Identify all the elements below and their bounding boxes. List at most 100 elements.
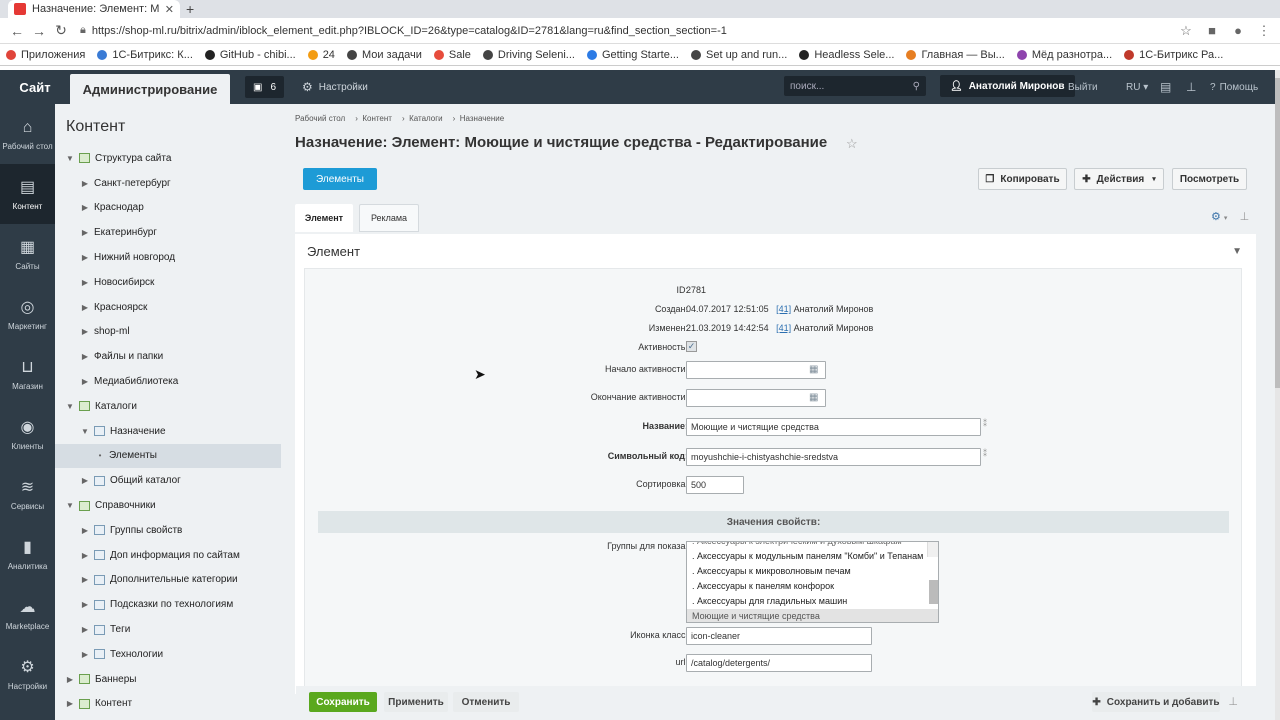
copy-button[interactable]: ❐ Копировать [978, 168, 1067, 190]
breadcrumb-item[interactable]: Рабочий стол [295, 114, 345, 123]
settings-button[interactable]: ⚙ Настройки [302, 80, 368, 94]
sort-input[interactable]: 500 [686, 476, 744, 494]
footer-pin-icon[interactable]: ⊥ [1228, 695, 1238, 708]
groups-option[interactable]: . Аксессуары к электрическим и духовым ш… [687, 542, 938, 549]
new-tab-icon[interactable]: + [186, 1, 194, 17]
notifications-button[interactable]: ▣ 6 [245, 76, 285, 98]
active-from-input[interactable]: ▦ [686, 361, 826, 379]
close-tab-icon[interactable]: ✕ [165, 3, 174, 16]
url-field[interactable]: 🔒︎ https://shop-ml.ru/bitrix/admin/ibloc… [80, 21, 1170, 41]
menu-icon[interactable]: ⋮ [1254, 23, 1274, 39]
bullet-icon[interactable]: • [95, 451, 105, 460]
bookmark-item[interactable]: Мёд разнотра... [1016, 49, 1112, 61]
active-to-input[interactable]: ▦ [686, 389, 826, 407]
chevron-right-icon[interactable]: ▶ [80, 600, 90, 609]
tree-item[interactable]: • Элементы [55, 443, 281, 469]
tree-item[interactable]: ▶ Дополнительные категории [55, 568, 281, 593]
tree-item[interactable]: ▶ Подсказки по технологиям [55, 592, 281, 617]
tree-item[interactable]: ▼ Структура сайта [55, 146, 281, 171]
tab-element[interactable]: Элемент [295, 204, 353, 232]
nav-item[interactable]: ⚙ Настройки [0, 644, 55, 704]
apply-button[interactable]: Применить [384, 692, 448, 712]
elements-button[interactable]: Элементы [303, 168, 377, 190]
chevron-right-icon[interactable]: ▶ [80, 377, 90, 386]
groups-option[interactable]: . Аксессуары к панелям конфорок [687, 579, 938, 594]
groups-option-selected[interactable]: Моющие и чистящие средства [687, 609, 938, 622]
chevron-right-icon[interactable]: ▶ [65, 699, 75, 708]
chevron-right-icon[interactable]: ▶ [80, 303, 90, 312]
breadcrumb-item[interactable]: Каталоги [409, 114, 443, 123]
language-select[interactable]: RU ▾ [1126, 70, 1148, 104]
forward-icon[interactable]: → [28, 23, 50, 39]
save-and-add-button[interactable]: ✚ Сохранить и добавить [1092, 692, 1220, 712]
breadcrumb-item[interactable]: Контент [362, 114, 392, 123]
nav-item[interactable]: ≋ Сервисы [0, 464, 55, 524]
chevron-right-icon[interactable]: ▶ [80, 526, 90, 535]
favorite-star-icon[interactable]: ☆ [846, 136, 858, 152]
code-input[interactable]: moyushchie-i-chistyashchie-sredstva [686, 448, 981, 466]
bookmark-item[interactable]: Getting Starte... [586, 49, 679, 61]
nav-item[interactable]: ☁ Marketplace [0, 584, 55, 644]
chevron-right-icon[interactable]: ▶ [80, 650, 90, 659]
profile-icon[interactable]: ● [1228, 23, 1248, 38]
calendar-icon[interactable]: ▦ [809, 364, 821, 376]
tree-item[interactable]: ▶ shop-ml [55, 320, 281, 345]
chevron-right-icon[interactable]: ▶ [80, 476, 90, 485]
collapse-icon[interactable]: ▼ [1232, 246, 1242, 257]
tree-item[interactable]: ▶ Нижний новгород [55, 245, 281, 270]
pin-icon[interactable]: ⊥ [1186, 70, 1196, 104]
created-user-id-link[interactable]: [41] [776, 304, 791, 314]
tab-settings-icon[interactable]: ⚙ ▾ ⊥ [1211, 210, 1249, 223]
tree-item[interactable]: ▶ Екатеринбург [55, 220, 281, 245]
chevron-right-icon[interactable]: ▶ [80, 327, 90, 336]
tree-item[interactable]: ▼ Каталоги [55, 394, 281, 419]
tree-item[interactable]: ▶ Баннеры [55, 667, 281, 692]
tree-item[interactable]: ▶ Краснодар [55, 196, 281, 221]
tree-item[interactable]: ▶ Санкт-петербург [55, 171, 281, 196]
tree-item[interactable]: ▶ Красноярск [55, 295, 281, 320]
url-input[interactable]: /catalog/detergents/ [686, 654, 872, 672]
tree-item[interactable]: ▶ Доп информация по сайтам [55, 543, 281, 568]
admin-button[interactable]: Администрирование [70, 74, 230, 104]
chevron-right-icon[interactable]: ▶ [80, 575, 90, 584]
tree-item[interactable]: ▶ Группы свойств [55, 518, 281, 543]
chevron-right-icon[interactable]: ▶ [80, 228, 90, 237]
tree-item[interactable]: ▶ Теги [55, 617, 281, 642]
save-button[interactable]: Сохранить [309, 692, 377, 712]
bookmark-item[interactable]: Driving Seleni... [482, 49, 575, 61]
tree-item[interactable]: ▼ Справочники [55, 493, 281, 518]
extension-icon[interactable]: ■ [1202, 23, 1222, 38]
tree-item[interactable]: ▶ Общий каталог [55, 468, 281, 493]
nav-item[interactable]: ◉ Клиенты [0, 404, 55, 464]
groups-option[interactable]: . Аксессуары к микроволновым печам [687, 564, 938, 579]
chevron-down-icon[interactable]: ▼ [80, 427, 90, 436]
chevron-right-icon[interactable]: ▶ [80, 551, 90, 560]
chevron-down-icon[interactable]: ▼ [65, 154, 75, 163]
tree-item[interactable]: ▶ Файлы и папки [55, 344, 281, 369]
tree-item[interactable]: ▶ Контент [55, 692, 281, 717]
groups-option[interactable]: . Аксессуары к модульным панелям "Комби"… [687, 549, 938, 564]
help-button[interactable]: ? Помощь [1210, 70, 1258, 104]
nav-item[interactable]: ⊔ Магазин [0, 344, 55, 404]
changed-user-id-link[interactable]: [41] [776, 323, 791, 333]
calendar-icon[interactable]: ▦ [809, 392, 821, 404]
nav-item[interactable]: ▦ Сайты [0, 224, 55, 284]
chevron-right-icon[interactable]: ▶ [80, 203, 90, 212]
chevron-right-icon[interactable]: ▶ [65, 675, 75, 684]
icon-class-input[interactable]: icon-cleaner [686, 627, 872, 645]
bookmark-item[interactable]: 24 [307, 49, 335, 61]
user-button[interactable]: 👤︎ Анатолий Миронов [940, 75, 1075, 97]
bookmark-item[interactable]: Мои задачи [346, 49, 422, 61]
translit-icon[interactable]: ⁑ [983, 419, 987, 428]
bookmark-item[interactable]: Headless Sele... [799, 49, 894, 61]
chevron-right-icon[interactable]: ▶ [80, 278, 90, 287]
groups-option[interactable]: . Аксессуары для гладильных машин [687, 594, 938, 609]
breadcrumb-item[interactable]: Назначение [460, 114, 504, 123]
bookmark-star-icon[interactable]: ☆ [1176, 23, 1196, 39]
nav-item[interactable]: ▮ Аналитика [0, 524, 55, 584]
page-scrollbar[interactable] [1275, 70, 1280, 720]
name-input[interactable]: Моющие и чистящие средства [686, 418, 981, 436]
chevron-down-icon[interactable]: ▼ [65, 402, 75, 411]
scrollbar-thumb[interactable] [929, 580, 938, 604]
bookmark-item[interactable]: Set up and run... [691, 49, 787, 61]
